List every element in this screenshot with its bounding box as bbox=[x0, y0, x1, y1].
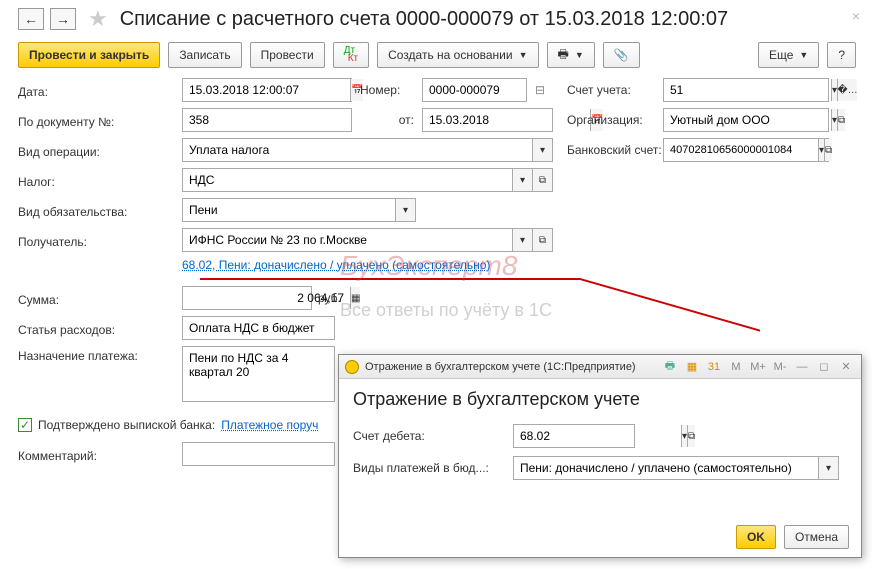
open-icon[interactable]: ⧉ bbox=[687, 425, 695, 447]
print-button[interactable]: 🖶▼ bbox=[547, 42, 595, 68]
chevron-down-icon: ▼ bbox=[575, 50, 584, 60]
tool-mplus[interactable]: M+ bbox=[749, 359, 767, 375]
print-icon: 🖶 bbox=[558, 45, 569, 66]
doc-no-label: По документу №: bbox=[18, 112, 182, 129]
dtkt-button[interactable]: ДтКт bbox=[333, 42, 369, 68]
post-button[interactable]: Провести bbox=[250, 42, 325, 68]
paytype-label: Виды платежей в бюд...: bbox=[353, 461, 513, 475]
cancel-button[interactable]: Отмена bbox=[784, 525, 849, 549]
close-icon[interactable]: × bbox=[852, 8, 860, 24]
favorite-star-icon[interactable]: ★ bbox=[88, 6, 108, 32]
tool-date-icon[interactable]: 31 bbox=[705, 359, 723, 375]
org-input[interactable] bbox=[664, 109, 831, 131]
confirmed-label: Подтверждено выпиской банка: bbox=[38, 418, 215, 432]
date-input[interactable] bbox=[183, 79, 350, 101]
expense-input[interactable] bbox=[183, 317, 350, 339]
help-button[interactable]: ? bbox=[827, 42, 856, 68]
recipient-input[interactable] bbox=[183, 229, 512, 251]
bank-acc-label: Банковский счет: bbox=[553, 143, 663, 157]
debit-input[interactable] bbox=[514, 425, 681, 447]
tax-input[interactable] bbox=[183, 169, 512, 191]
open-icon[interactable]: �… bbox=[837, 79, 857, 101]
confirmed-checkbox[interactable]: ✓ bbox=[18, 418, 32, 432]
tool-calendar-icon[interactable]: ▦ bbox=[683, 359, 701, 375]
dropdown-icon[interactable]: ▾ bbox=[512, 169, 532, 191]
expense-label: Статья расходов: bbox=[18, 320, 182, 337]
number-label: Номер: bbox=[352, 83, 422, 97]
cancel-label: Отмена bbox=[795, 530, 838, 544]
post-and-close-button[interactable]: Провести и закрыть bbox=[18, 42, 160, 68]
op-type-input[interactable] bbox=[183, 139, 532, 161]
accounting-dialog: Отражение в бухгалтерском учете (1С:Пред… bbox=[338, 354, 862, 558]
save-button[interactable]: Записать bbox=[168, 42, 241, 68]
ok-label: OK bbox=[747, 530, 765, 544]
chevron-down-icon: ▼ bbox=[519, 50, 528, 60]
nav-fwd-button[interactable]: → bbox=[50, 8, 76, 30]
open-icon[interactable]: ⧉ bbox=[532, 229, 552, 251]
account-label: Счет учета: bbox=[553, 83, 663, 97]
op-type-label: Вид операции: bbox=[18, 142, 182, 159]
attach-button[interactable]: 📎 bbox=[603, 42, 640, 68]
purpose-label: Назначение платежа: bbox=[18, 346, 182, 363]
minimize-icon[interactable]: — bbox=[793, 359, 811, 375]
tool-print-icon[interactable]: 🖶 bbox=[661, 359, 679, 375]
dropdown-icon[interactable]: ▾ bbox=[532, 139, 552, 161]
calc-icon[interactable]: ▦ bbox=[350, 287, 360, 309]
date-label: Дата: bbox=[18, 82, 182, 99]
ok-button[interactable]: OK bbox=[736, 525, 776, 549]
account-input[interactable] bbox=[664, 79, 831, 101]
highlight-line bbox=[200, 278, 580, 280]
org-label: Организация: bbox=[553, 113, 663, 127]
dtkt-icon: ДтКт bbox=[344, 47, 358, 63]
purpose-textarea[interactable] bbox=[183, 347, 334, 401]
dropdown-icon[interactable]: ▾ bbox=[395, 199, 415, 221]
liab-input[interactable] bbox=[183, 199, 395, 221]
dropdown-icon[interactable]: ▾ bbox=[512, 229, 532, 251]
open-icon[interactable]: ⧉ bbox=[837, 109, 845, 131]
post-and-close-label: Провести и закрыть bbox=[29, 48, 149, 62]
paytype-input[interactable] bbox=[514, 457, 818, 479]
post-label: Провести bbox=[261, 48, 314, 62]
currency-label: руб. bbox=[318, 291, 341, 305]
app-icon bbox=[345, 360, 359, 374]
tool-m[interactable]: M bbox=[727, 359, 745, 375]
chevron-down-icon: ▼ bbox=[799, 50, 808, 60]
dialog-title: Отражение в бухгалтерском учете bbox=[353, 389, 847, 410]
recipient-label: Получатель: bbox=[18, 232, 182, 249]
comment-label: Комментарий: bbox=[18, 446, 182, 463]
more-label: Еще bbox=[769, 48, 793, 62]
dropdown-icon[interactable]: ▾ bbox=[818, 457, 838, 479]
doc-from-label: от: bbox=[352, 113, 422, 127]
close-icon[interactable]: ✕ bbox=[837, 359, 855, 375]
debit-label: Счет дебета: bbox=[353, 429, 513, 443]
more-button[interactable]: Еще ▼ bbox=[758, 42, 819, 68]
open-icon[interactable]: ⧉ bbox=[824, 139, 832, 161]
doc-no-input[interactable] bbox=[183, 109, 351, 131]
lock-icon: ⊟ bbox=[535, 83, 545, 97]
window-title: Списание с расчетного счета 0000-000079 … bbox=[120, 8, 728, 31]
maximize-icon[interactable]: ◻ bbox=[815, 359, 833, 375]
dialog-titlebar-text: Отражение в бухгалтерском учете (1С:Пред… bbox=[365, 361, 636, 373]
open-icon[interactable]: ⧉ bbox=[532, 169, 552, 191]
tax-label: Налог: bbox=[18, 172, 182, 189]
save-label: Записать bbox=[179, 48, 230, 62]
tool-mminus[interactable]: M- bbox=[771, 359, 789, 375]
payment-order-link[interactable]: Платежное поруч bbox=[221, 418, 318, 432]
paperclip-icon: 📎 bbox=[614, 48, 629, 62]
help-label: ? bbox=[838, 48, 845, 62]
accounting-link[interactable]: 68.02, Пени: доначислено / уплачено (сам… bbox=[182, 258, 490, 272]
comment-input[interactable] bbox=[183, 443, 350, 465]
liab-label: Вид обязательства: bbox=[18, 202, 182, 219]
create-based-on-button[interactable]: Создать на основании ▼ bbox=[377, 42, 538, 68]
nav-back-button[interactable]: ← bbox=[18, 8, 44, 30]
sum-label: Сумма: bbox=[18, 290, 182, 307]
create-based-label: Создать на основании bbox=[388, 48, 513, 62]
bank-acc-input[interactable] bbox=[664, 139, 818, 161]
